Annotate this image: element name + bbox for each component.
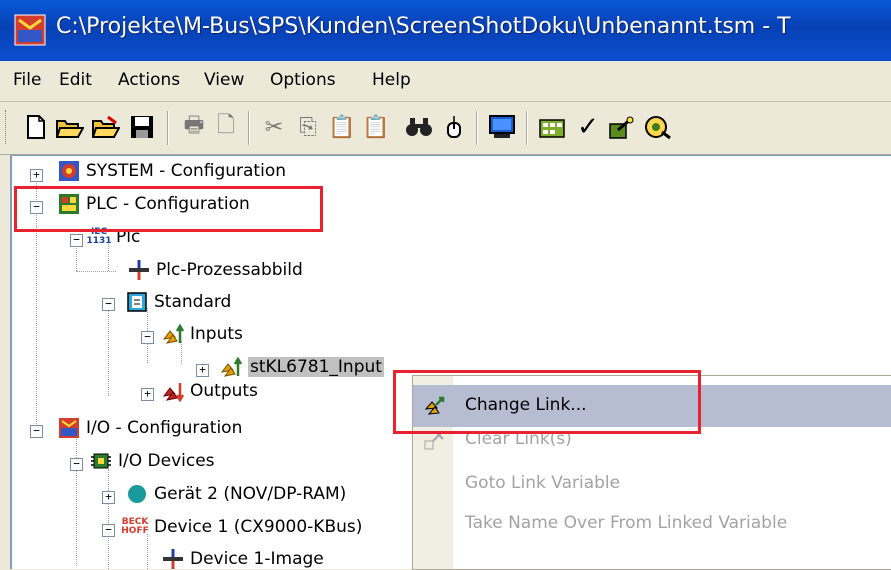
save-icon[interactable]	[128, 113, 156, 141]
paste-with-links-icon[interactable]: 📋	[362, 113, 390, 141]
system-config-icon	[58, 160, 80, 182]
tree-node-outputs[interactable]: Outputs	[190, 381, 258, 401]
twincat-app-icon	[14, 14, 46, 46]
menu-options[interactable]: Options	[270, 70, 336, 90]
expand-toggle[interactable]: +	[30, 169, 43, 182]
tree-line	[108, 469, 109, 569]
check-icon[interactable]: ✓	[574, 112, 602, 142]
tree-node-device-1-image[interactable]: Device 1-Image	[190, 549, 324, 569]
io-config-icon	[58, 417, 80, 439]
expand-toggle[interactable]: +	[196, 364, 209, 377]
tree-node-standard[interactable]: Standard	[154, 292, 231, 312]
config-mode-icon[interactable]	[538, 113, 566, 141]
collapse-toggle[interactable]: −	[102, 524, 115, 537]
tree-line	[147, 534, 148, 569]
restart-icon[interactable]	[644, 113, 672, 141]
cut-icon[interactable]: ✂	[260, 113, 288, 141]
collapse-toggle[interactable]: −	[141, 331, 154, 344]
device-circle-icon	[126, 483, 148, 505]
inputs-icon	[162, 323, 184, 345]
tree-node-io-configuration[interactable]: I/O - Configuration	[86, 418, 242, 438]
toolbar-separator	[167, 111, 169, 145]
tree-line	[76, 436, 77, 566]
menu-view[interactable]: View	[204, 70, 244, 90]
print-icon[interactable]: 🖶	[180, 113, 208, 141]
window-title: C:\Projekte\M-Bus\SPS\Kunden\ScreenShotD…	[56, 14, 791, 39]
device-image-icon	[162, 548, 184, 570]
find-icon[interactable]	[405, 113, 433, 141]
menu-item-goto-link-variable[interactable]: Goto Link Variable	[413, 463, 891, 505]
menu-bar: File Edit Actions View Options Help	[0, 61, 891, 102]
expand-toggle[interactable]: +	[102, 491, 115, 504]
tree-node-geraet-2[interactable]: Gerät 2 (NOV/DP-RAM)	[154, 484, 346, 504]
menu-item-take-name-over[interactable]: Take Name Over From Linked Variable	[413, 503, 891, 545]
task-icon	[126, 291, 148, 313]
open-icon[interactable]	[56, 113, 84, 141]
title-bar: C:\Projekte\M-Bus\SPS\Kunden\ScreenShotD…	[0, 0, 891, 61]
menu-item-label: Take Name Over From Linked Variable	[465, 513, 788, 533]
new-icon[interactable]	[22, 113, 50, 141]
toolbar-separator	[476, 111, 478, 145]
paste-icon[interactable]: 📋	[328, 113, 356, 141]
tree-node-system-configuration[interactable]: SYSTEM - Configuration	[86, 161, 286, 181]
tree-node-inputs[interactable]: Inputs	[190, 324, 243, 344]
menu-actions[interactable]: Actions	[118, 70, 180, 90]
copy-icon[interactable]: ⎘	[294, 113, 322, 141]
tree-line	[76, 271, 116, 272]
display-icon[interactable]	[488, 113, 516, 141]
menu-item-label: Goto Link Variable	[465, 473, 621, 493]
open-remote-icon[interactable]	[92, 113, 120, 141]
collapse-toggle[interactable]: −	[30, 425, 43, 438]
collapse-toggle[interactable]: −	[70, 234, 83, 247]
process-image-icon	[128, 259, 150, 281]
menu-file[interactable]: File	[13, 70, 41, 90]
collapse-toggle[interactable]: −	[70, 458, 83, 471]
menu-edit[interactable]: Edit	[59, 70, 92, 90]
collapse-toggle[interactable]: −	[102, 298, 115, 311]
io-devices-icon	[90, 450, 112, 472]
toolbar-separator	[526, 111, 528, 145]
beckhoff-icon: BECK HOFF	[121, 517, 149, 536]
expand-toggle[interactable]: +	[141, 388, 154, 401]
toolbar-separator	[248, 111, 250, 145]
highlight-change-link	[393, 370, 701, 434]
activate-icon[interactable]	[608, 113, 636, 141]
tree-node-io-devices[interactable]: I/O Devices	[118, 451, 215, 471]
tree-node-device-1[interactable]: Device 1 (CX9000-KBus)	[154, 517, 362, 537]
find-next-icon[interactable]	[440, 113, 468, 141]
highlight-plc-configuration	[14, 186, 323, 232]
toolbar: 🖶 🗋 ✂ ⎘ 📋 📋 ✓	[0, 102, 891, 155]
tree-line	[108, 308, 109, 396]
menu-help[interactable]: Help	[372, 70, 411, 90]
tree-node-stkl6781-input[interactable]: stKL6781_Input	[248, 357, 384, 377]
toolbar-grip[interactable]	[5, 110, 9, 144]
tree-node-plc-prozessabbild[interactable]: Plc-Prozessabbild	[156, 260, 303, 280]
print-preview-icon[interactable]: 🗋	[212, 113, 240, 141]
outputs-icon	[162, 380, 184, 402]
input-variable-icon	[220, 356, 242, 378]
